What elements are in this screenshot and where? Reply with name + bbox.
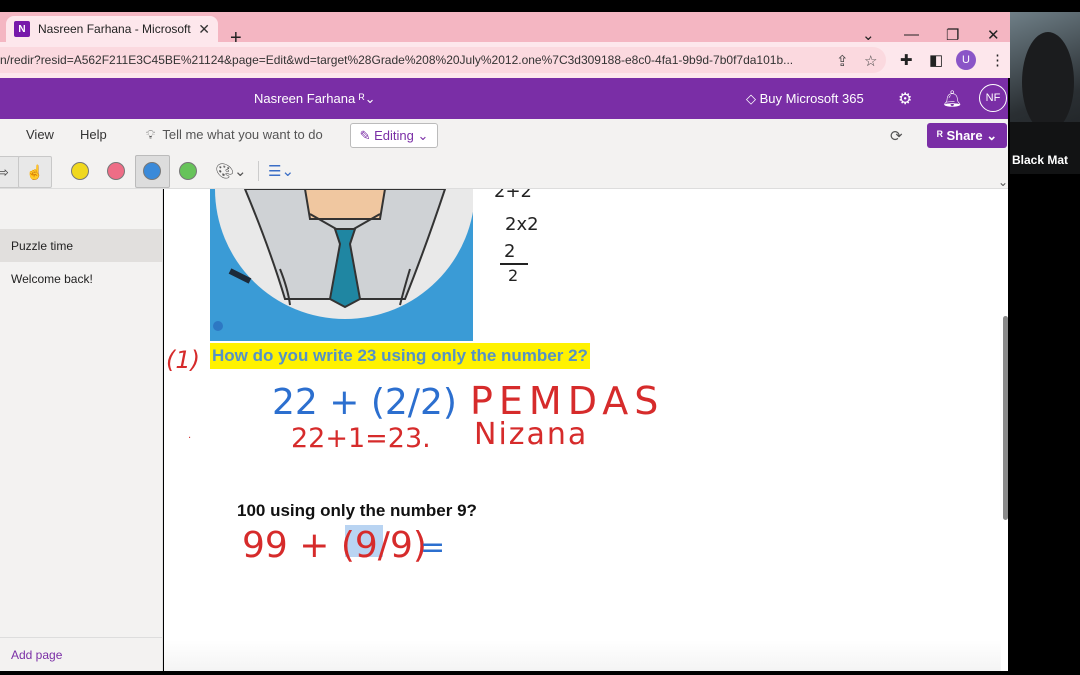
menu-view[interactable]: View: [26, 127, 54, 142]
settings-gear-icon[interactable]: ⚙: [898, 89, 912, 109]
editing-mode-button[interactable]: ✎ Editing ⌄: [350, 123, 438, 148]
ink-side-2: 2x2: [505, 214, 539, 235]
pencil-icon: ✎: [359, 127, 371, 143]
share-page-icon[interactable]: ⇪: [836, 52, 849, 70]
url-text: n/redir?resid=A562F211E3C45BE%21124&page…: [0, 53, 794, 67]
address-bar-row: n/redir?resid=A562F211E3C45BE%21124&page…: [0, 42, 1012, 78]
toolbar-divider: [258, 161, 259, 181]
menu-help[interactable]: Help: [80, 127, 107, 142]
top-black-strip: [0, 0, 1080, 12]
side-panel-icon[interactable]: ◧: [929, 51, 943, 69]
lasso-select-icon[interactable]: ⇨: [0, 156, 20, 188]
notifications-bell-icon[interactable]: 🔔︎: [942, 89, 962, 109]
screen: N Nasreen Farhana - Microsoft One ✕ + ⌄ …: [0, 0, 1080, 675]
blue-pen-swatch[interactable]: [143, 162, 161, 180]
line-thickness-icon[interactable]: ☰⌄: [268, 162, 294, 180]
yellow-pen-swatch[interactable]: [71, 162, 89, 180]
browser-menu-icon[interactable]: ⋮: [990, 51, 1005, 69]
extensions-puzzle-icon[interactable]: ✚: [900, 51, 913, 69]
browser-tab-bar: N Nasreen Farhana - Microsoft One ✕ + ⌄ …: [0, 12, 1012, 48]
lightbulb-icon: 💡︎: [146, 127, 156, 142]
color-palette-icon[interactable]: 🎨︎⌄: [215, 162, 247, 180]
canvas-bottom-fade: [164, 640, 1008, 671]
browser-tab[interactable]: N Nasreen Farhana - Microsoft One ✕: [6, 16, 218, 42]
account-avatar[interactable]: NF: [979, 84, 1007, 112]
user-name-label: Nasreen Farhana: [254, 91, 356, 106]
buy-microsoft-365-link[interactable]: ◇ Buy Microsoft 365: [746, 91, 864, 107]
handwritten-ink-layer: 2+2 2x2 2 2 (1) 22 + (2/2) PEMDAS 22+1=2…: [166, 189, 658, 566]
buy-label: Buy Microsoft 365: [759, 91, 864, 106]
note-canvas[interactable]: How do you write 23 using only the numbe…: [164, 189, 1008, 671]
add-page-button[interactable]: Add page: [0, 637, 162, 671]
minimize-icon[interactable]: —: [904, 26, 919, 43]
page-item-welcome-back[interactable]: Welcome back!: [0, 262, 162, 295]
user-name[interactable]: Nasreen Farhana ᴿ⌄: [254, 91, 376, 107]
ink-name: Nizana: [474, 417, 588, 452]
touch-draw-icon[interactable]: ☝: [18, 156, 52, 188]
page-item-puzzle-time[interactable]: Puzzle time: [0, 229, 162, 262]
tell-me-label: Tell me what you want to do: [162, 127, 323, 142]
ribbon-menu: View Help 💡︎ Tell me what you want to do…: [0, 119, 1008, 153]
share-button[interactable]: ᴿ Share ⌄: [927, 123, 1007, 148]
people-chevron-icon: ᴿ⌄: [358, 91, 376, 106]
webcam-video-feed: [1010, 12, 1080, 174]
webcam-participant-label: Black Mat: [1012, 153, 1069, 167]
sync-icon[interactable]: ⟳: [890, 127, 903, 145]
pink-pen-swatch[interactable]: [107, 162, 125, 180]
share-label: Share: [946, 128, 983, 143]
ink-dot: ·: [188, 433, 191, 444]
collapse-ribbon-icon[interactable]: ⌄: [998, 175, 1008, 189]
ink-side-1: 2+2: [494, 189, 532, 202]
green-pen-swatch[interactable]: [179, 162, 197, 180]
ink-equals: =: [420, 530, 445, 565]
ink-equation-1-result: 22+1=23.: [291, 423, 431, 454]
ink-equation-1: 22 + (2/2): [272, 382, 457, 423]
diamond-icon: ◇: [746, 91, 756, 106]
ink-equation-2: 99 + (9/9): [242, 525, 427, 566]
draw-toolbar: ⇨ ☝ 🎨︎⌄ ☰⌄: [0, 153, 1008, 189]
page-list-sidebar: Puzzle time Welcome back! Add page: [0, 189, 163, 671]
bookmark-star-icon[interactable]: ☆: [864, 52, 877, 70]
onenote-header: Nasreen Farhana ᴿ⌄ ◇ Buy Microsoft 365 ⚙…: [0, 78, 1008, 119]
share-chevron-icon: ⌄: [986, 127, 998, 143]
editing-label: Editing: [374, 128, 414, 143]
chevron-down-icon: ⌄: [417, 127, 429, 143]
ink-question-number: (1): [166, 346, 200, 374]
ink-side-3: 2: [504, 241, 515, 262]
share-people-icon: ᴿ: [936, 128, 943, 143]
tab-close-icon[interactable]: ✕: [198, 21, 210, 38]
ink-side-4: 2: [508, 266, 518, 285]
tab-title: Nasreen Farhana - Microsoft One: [38, 22, 192, 36]
url-field[interactable]: n/redir?resid=A562F211E3C45BE%21124&page…: [0, 47, 886, 73]
onenote-logo-icon: N: [14, 21, 30, 37]
tell-me-search[interactable]: 💡︎ Tell me what you want to do: [146, 127, 323, 143]
browser-profile-avatar[interactable]: U: [956, 50, 976, 70]
